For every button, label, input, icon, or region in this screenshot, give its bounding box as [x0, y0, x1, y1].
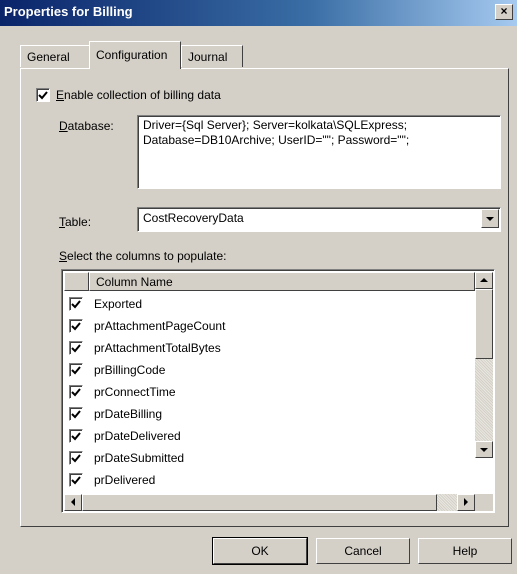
row-checkbox[interactable]: [69, 407, 83, 421]
table-select[interactable]: CostRecoveryData: [137, 207, 501, 232]
row-checkbox[interactable]: [69, 297, 83, 311]
columns-list-header: Column Name: [64, 272, 475, 291]
cancel-button-label: Cancel: [344, 544, 382, 558]
database-connection-text: Driver={Sql Server}; Server=kolkata\SQLE…: [143, 118, 410, 147]
checkmark-icon: [71, 366, 81, 375]
table-select-value: CostRecoveryData: [143, 211, 244, 225]
horizontal-scroll-thumb[interactable]: [82, 494, 437, 511]
scroll-left-button[interactable]: [64, 494, 82, 511]
row-label: prDateDelivered: [94, 429, 181, 443]
checkmark-icon: [71, 410, 81, 419]
checkmark-icon: [71, 344, 81, 353]
list-item[interactable]: prDateBilling: [64, 403, 475, 424]
row-label: Exported: [94, 297, 143, 311]
table-label-rest: able:: [65, 215, 92, 229]
database-accel: D: [59, 119, 68, 133]
database-connection-field[interactable]: Driver={Sql Server}; Server=kolkata\SQLE…: [137, 115, 501, 189]
window-title: Properties for Billing: [4, 4, 133, 19]
row-checkbox[interactable]: [69, 451, 83, 465]
enable-collection-checkbox[interactable]: [36, 88, 50, 102]
row-label: prBillingCode: [94, 363, 166, 377]
horizontal-scrollbar[interactable]: [64, 494, 475, 511]
enable-collection-label[interactable]: Enable collection of billing data: [56, 88, 221, 102]
row-checkbox[interactable]: [69, 385, 83, 399]
properties-dialog: Properties for Billing × General Journal…: [0, 0, 517, 574]
row-checkbox[interactable]: [69, 429, 83, 443]
scroll-down-button[interactable]: [475, 441, 493, 458]
arrow-down-icon: [480, 448, 488, 452]
enable-label-rest: nable collection of billing data: [64, 88, 221, 102]
checkmark-icon: [71, 388, 81, 397]
database-label-rest: atabase:: [67, 119, 114, 133]
arrow-up-icon: [480, 278, 488, 282]
checkmark-icon: [71, 454, 81, 463]
row-checkbox[interactable]: [69, 473, 83, 487]
list-item[interactable]: Exported: [64, 293, 475, 314]
list-item[interactable]: prConnectTime: [64, 381, 475, 402]
columns-label-rest: elect the columns to populate:: [67, 249, 227, 263]
tab-general-label: General: [27, 50, 70, 64]
checkmark-icon: [38, 91, 48, 100]
close-icon: ×: [500, 4, 508, 18]
help-button-label: Help: [452, 544, 478, 558]
checkmark-icon: [71, 322, 81, 331]
configuration-panel: Enable collection of billing data Databa…: [20, 68, 509, 527]
database-label: Database:: [59, 119, 114, 133]
list-item[interactable]: prDateSubmitted: [64, 447, 475, 468]
row-label: prConnectTime: [94, 385, 176, 399]
row-label: prDateSubmitted: [94, 451, 185, 465]
vertical-scroll-thumb[interactable]: [475, 289, 493, 359]
list-item[interactable]: prDateDelivered: [64, 425, 475, 446]
row-checkbox[interactable]: [69, 363, 83, 377]
title-bar[interactable]: Properties for Billing ×: [0, 0, 517, 26]
list-item[interactable]: prDelivered: [64, 469, 475, 490]
table-label: Table:: [59, 215, 91, 229]
column-name-header-label: Column Name: [96, 275, 173, 289]
help-button[interactable]: Help: [418, 538, 512, 564]
row-label: prAttachmentPageCount: [94, 319, 226, 333]
list-item[interactable]: prAttachmentPageCount: [64, 315, 475, 336]
close-button[interactable]: ×: [495, 4, 513, 20]
column-name-header[interactable]: Column Name: [89, 272, 475, 291]
checkbox-column-header[interactable]: [64, 272, 89, 291]
columns-list[interactable]: Column Name Exported prAttachmentPageCou…: [61, 269, 495, 513]
list-item[interactable]: prAttachmentTotalBytes: [64, 337, 475, 358]
scroll-right-button[interactable]: [457, 494, 475, 511]
scrollbar-corner: [475, 494, 493, 511]
tab-journal-label: Journal: [188, 50, 228, 64]
arrow-left-icon: [71, 498, 75, 506]
columns-accel: S: [59, 249, 68, 263]
list-item[interactable]: prBillingCode: [64, 359, 475, 380]
checkmark-icon: [71, 300, 81, 309]
tab-journal[interactable]: Journal: [181, 45, 243, 67]
row-label: prDateBilling: [94, 407, 163, 421]
cancel-button[interactable]: Cancel: [316, 538, 410, 564]
row-checkbox[interactable]: [69, 341, 83, 355]
row-checkbox[interactable]: [69, 319, 83, 333]
ok-button[interactable]: OK: [212, 537, 308, 565]
scroll-up-button[interactable]: [475, 272, 493, 289]
vertical-scrollbar[interactable]: [475, 272, 493, 458]
arrow-right-icon: [464, 498, 468, 506]
row-label: prDelivered: [94, 473, 156, 487]
tab-configuration-label: Configuration: [96, 48, 168, 62]
ok-button-label: OK: [251, 544, 269, 558]
chevron-down-icon: [486, 217, 494, 221]
tab-general[interactable]: General: [20, 45, 91, 67]
checkmark-icon: [71, 476, 81, 485]
enable-accel: E: [56, 88, 65, 102]
checkmark-icon: [71, 432, 81, 441]
table-dropdown-button[interactable]: [481, 209, 499, 228]
row-label: prAttachmentTotalBytes: [94, 341, 221, 355]
columns-label: Select the columns to populate:: [59, 249, 226, 263]
tab-configuration[interactable]: Configuration: [89, 41, 181, 69]
